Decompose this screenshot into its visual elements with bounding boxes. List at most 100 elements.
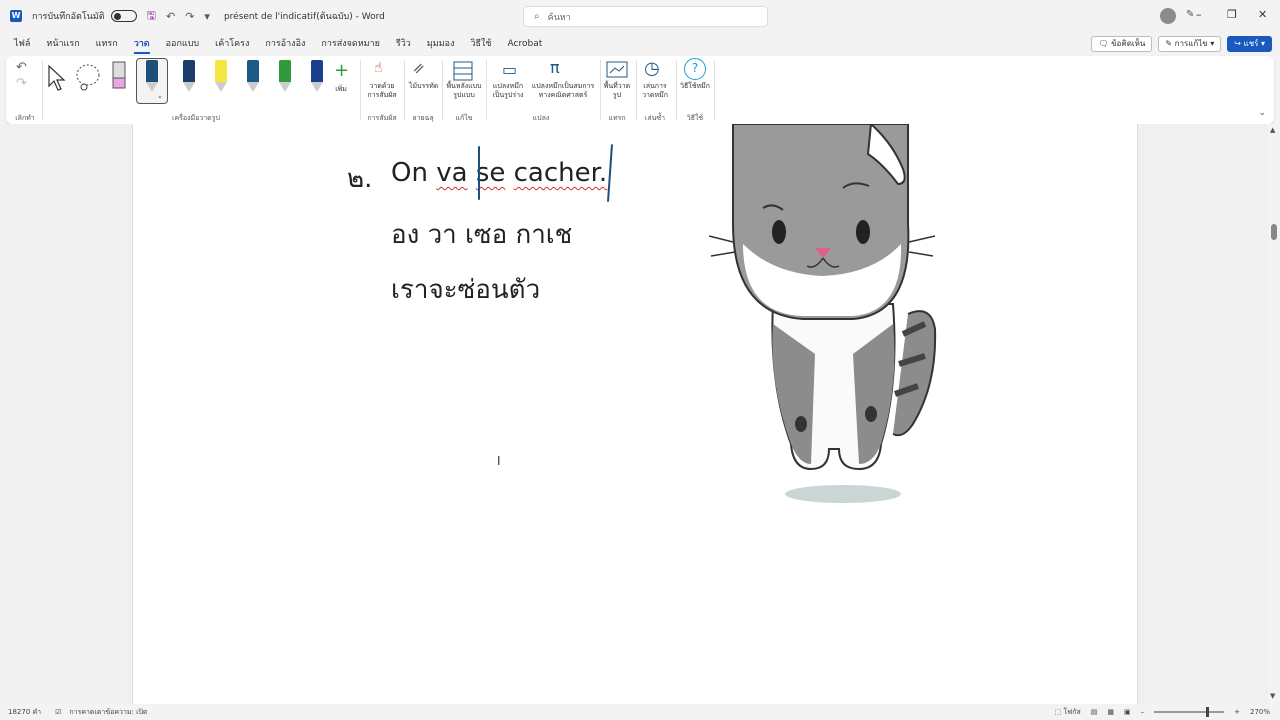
tab-review[interactable]: รีวิว [388, 34, 419, 54]
tab-insert[interactable]: แทรก [88, 34, 126, 54]
print-layout-icon[interactable]: ▦ [1107, 708, 1114, 716]
status-bar: 18270 คำ ☑ การคาดเดาข้อความ: เปิด ⬚ โฟกั… [0, 704, 1280, 720]
format-background-icon[interactable] [452, 60, 474, 82]
zoom-out-icon[interactable]: – [1141, 708, 1145, 716]
search-input[interactable]: ⌕ ค้นหา [523, 6, 768, 27]
ink-replay-icon[interactable]: ◷ [644, 58, 660, 79]
tab-view[interactable]: มุมมอง [419, 34, 463, 54]
pen-1-icon[interactable] [143, 60, 161, 94]
ink-help-icon[interactable]: ? [684, 58, 706, 80]
text-prediction[interactable]: การคาดเดาข้อความ: เปิด [69, 707, 147, 718]
highlighter-icon[interactable] [212, 60, 230, 94]
customize-toolbar-icon[interactable]: ▾ [204, 10, 210, 23]
ink-stroke-1 [478, 146, 480, 200]
ink-replay-button[interactable]: เล่นการวาดหมึก [638, 82, 672, 100]
autosave-label: การบันทึกอัตโนมัติ [32, 12, 105, 22]
group-stencils-label: ลายฉลุ [412, 114, 434, 122]
web-layout-icon[interactable]: ▣ [1124, 708, 1131, 716]
add-pen-icon[interactable]: + [334, 60, 349, 81]
zoom-level[interactable]: 270% [1250, 708, 1270, 716]
tab-file[interactable]: ไฟล์ [6, 34, 38, 54]
tab-home[interactable]: หน้าแรก [38, 34, 87, 54]
ink-help-button[interactable]: วิธีใช้หมึก [680, 82, 710, 91]
drawing-canvas-button[interactable]: พื้นที่วาดรูป [602, 82, 632, 100]
editing-button[interactable]: ✎ การแก้ไข ▾ [1158, 36, 1222, 52]
add-pen-label: เพิ่ม [335, 85, 347, 93]
pen-4-icon[interactable] [276, 60, 294, 94]
word-on: On [391, 158, 428, 188]
pen-dropdown-icon[interactable]: ⌄ [157, 92, 163, 100]
tab-design[interactable]: ออกแบบ [158, 34, 208, 54]
word-count[interactable]: 18270 คำ [8, 707, 41, 718]
pen-5-icon[interactable] [308, 60, 326, 94]
ink-to-shape-icon[interactable]: ▭ [502, 60, 517, 79]
collapse-ribbon-icon[interactable]: ⌄ [1258, 108, 1266, 118]
tab-acrobat[interactable]: Acrobat [500, 34, 551, 54]
tab-mailings[interactable]: การส่งจดหมาย [313, 34, 388, 54]
select-cursor-icon[interactable] [46, 64, 66, 92]
undo-icon[interactable]: ↶ [166, 10, 175, 23]
focus-label: โฟกัส [1063, 707, 1081, 716]
read-mode-icon[interactable]: ▤ [1091, 708, 1098, 716]
eraser-icon[interactable] [110, 60, 128, 92]
ink-to-shape-button[interactable]: แปลงหมึกเป็นรูปร่าง [490, 82, 526, 100]
avatar[interactable] [1160, 8, 1176, 24]
zoom-in-icon[interactable]: + [1234, 708, 1240, 716]
group-replay-label: เล่นซ้ำ [644, 114, 666, 122]
scroll-up-icon[interactable]: ▲ [1270, 126, 1275, 134]
scrollbar-thumb[interactable] [1271, 224, 1277, 240]
tab-draw[interactable]: วาด [126, 34, 158, 54]
group-undo-label: เลิกทำ [15, 114, 35, 122]
proofing-icon[interactable]: ☑ [55, 708, 61, 716]
pen-1-body [146, 60, 158, 82]
document-page[interactable]: ๒. On va se cacher. อง วา เซอ กาเช เราจะ… [132, 124, 1138, 704]
document-title: présent de l'indicatif(ต้นฉบับ) - Word [223, 12, 385, 22]
comments-label: ข้อคิดเห็น [1111, 39, 1146, 48]
restore-icon[interactable]: ❐ [1227, 8, 1237, 21]
pen-2-icon[interactable] [180, 60, 198, 94]
pen-3-icon[interactable] [244, 60, 262, 94]
redo-ribbon-icon[interactable]: ↷ [16, 76, 27, 91]
tab-references[interactable]: การอ้างอิง [257, 34, 313, 54]
french-sentence: On va se cacher. [391, 158, 607, 188]
thai-pronunciation: อง วา เซอ กาเช [391, 220, 573, 250]
tab-help[interactable]: วิธีใช้ [462, 34, 499, 54]
focus-button[interactable]: ⬚ โฟกัส [1055, 707, 1081, 718]
comments-button[interactable]: 🗨 ข้อคิดเห็น [1091, 36, 1153, 52]
format-background-button[interactable]: พื้นหลังแบบรูปแบบ [446, 82, 482, 100]
draw-with-touch-button[interactable]: วาดด้วยการสัมผัส [364, 82, 400, 100]
share-button[interactable]: ↪ แชร์ ▾ [1227, 36, 1272, 52]
redo-icon[interactable]: ↷ [185, 10, 194, 23]
drawing-canvas-icon[interactable] [606, 60, 628, 80]
cat-illustration [708, 124, 937, 503]
editing-label: การแก้ไข [1174, 39, 1208, 48]
thai-translation: เราจะซ่อนตัว [391, 275, 541, 305]
ink-to-math-button[interactable]: แปลงหมึกเป็นสมการทางคณิตศาสตร์ [528, 82, 598, 100]
lasso-select-icon[interactable] [74, 62, 102, 92]
document-area[interactable]: ๒. On va se cacher. อง วา เซอ กาเช เราจะ… [0, 124, 1268, 704]
close-icon[interactable]: ✕ [1258, 8, 1267, 21]
ink-to-math-icon[interactable]: π [550, 58, 560, 77]
ribbon: ↶ ↷ เลิกทำ ⌄ + เพิ่ม เครื่องมือวาดรูป ☝ … [6, 56, 1274, 124]
draw-with-touch-icon[interactable]: ☝ [374, 60, 383, 76]
vertical-scrollbar[interactable]: ▲ ▼ [1268, 124, 1280, 704]
ink-stroke-2 [606, 144, 614, 202]
word-cacher: cacher. [513, 158, 608, 188]
minimize-icon[interactable]: – [1196, 8, 1202, 21]
autosave-toggle[interactable] [110, 10, 137, 22]
tab-layout[interactable]: เค้าโครง [207, 34, 257, 54]
ruler-icon[interactable]: ═ [409, 58, 429, 78]
undo-ribbon-icon[interactable]: ↶ [16, 60, 27, 75]
word-se: se [475, 158, 506, 188]
ruler-button[interactable]: ไม้บรรทัด [409, 82, 438, 91]
search-icon: ⌕ [534, 11, 540, 22]
scroll-down-icon[interactable]: ▼ [1270, 692, 1275, 700]
text-cursor-ibeam: I [497, 454, 501, 468]
word-logo-icon: W [10, 10, 22, 22]
group-help-label: วิธีใช้ [686, 114, 704, 122]
save-icon[interactable]: 🖫 [147, 7, 156, 26]
group-drawing-tools-label: เครื่องมือวาดรูป [172, 114, 220, 122]
zoom-slider[interactable] [1154, 707, 1225, 717]
group-convert-label: แปลง [532, 114, 550, 122]
pen-icon[interactable]: ✎ [1186, 9, 1194, 20]
